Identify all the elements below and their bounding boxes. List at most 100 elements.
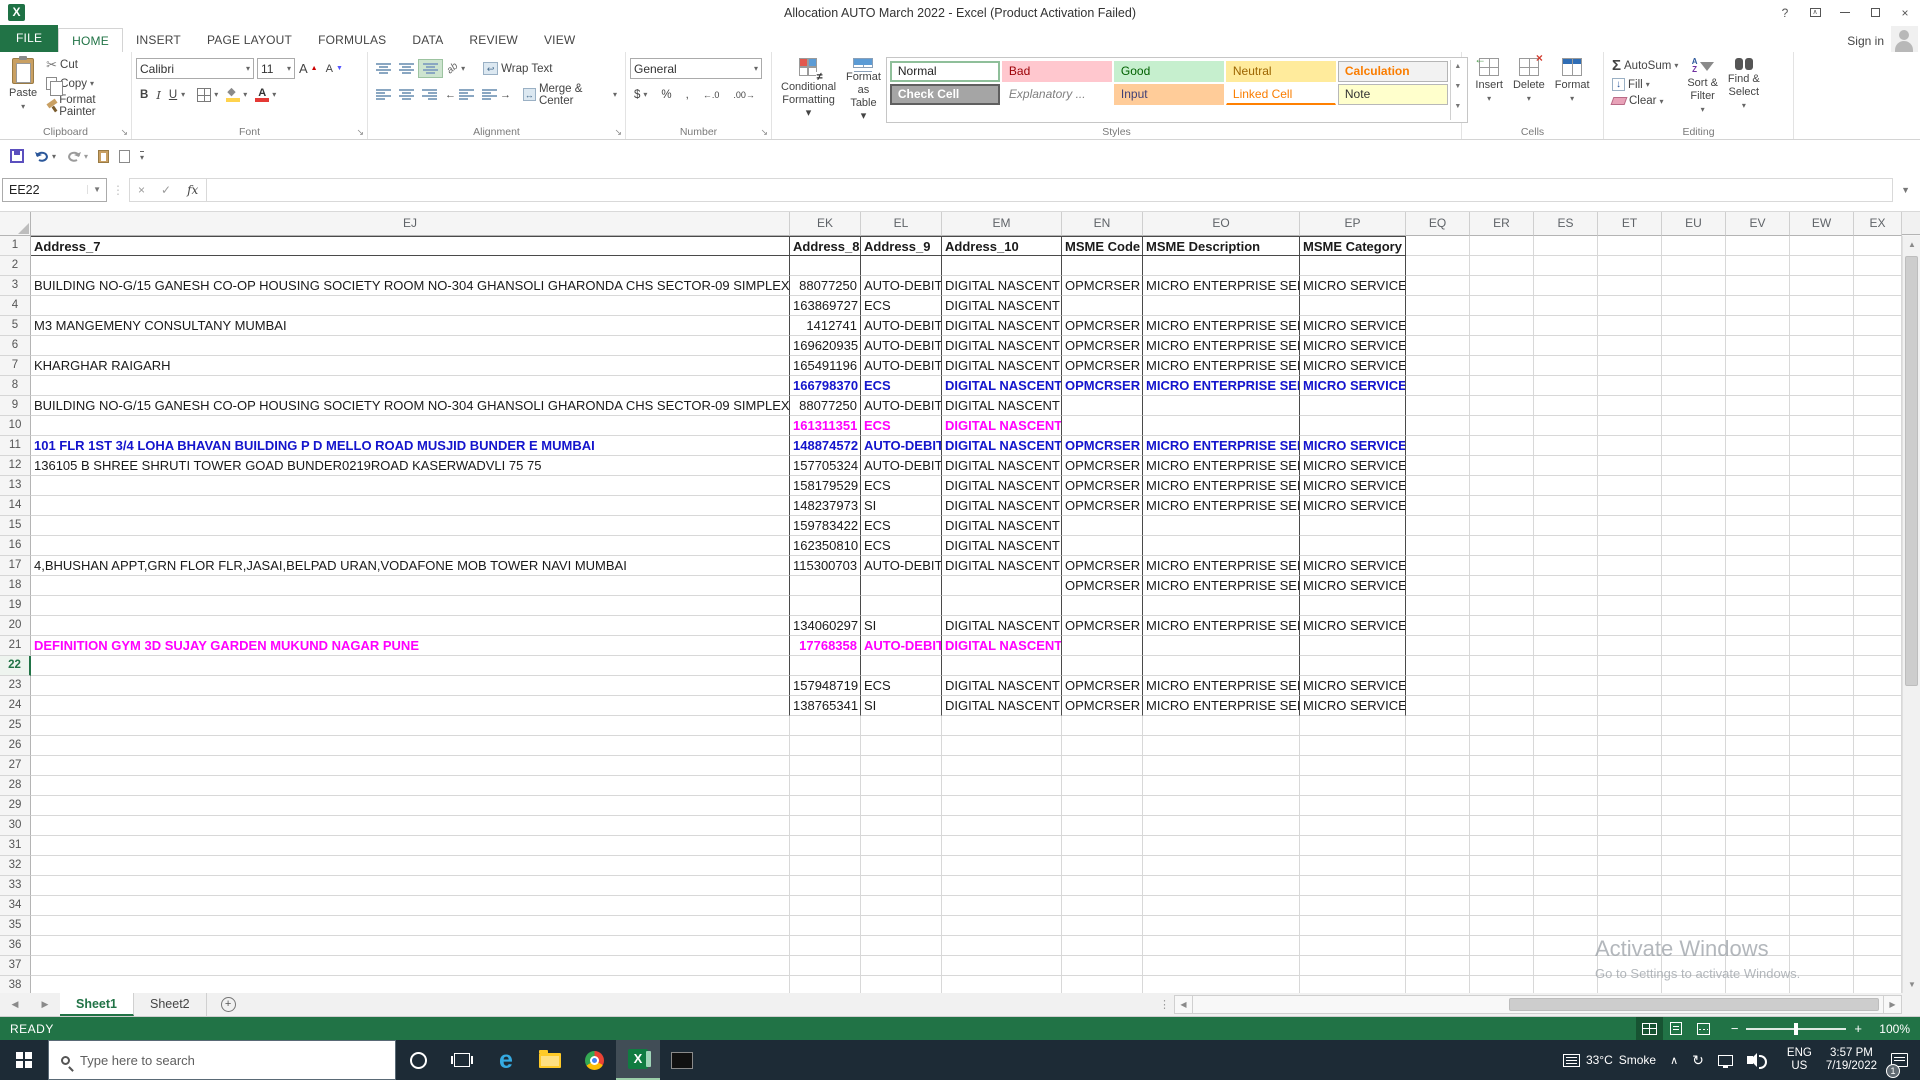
cell-EU38[interactable] (1662, 976, 1726, 993)
cell-EV27[interactable] (1726, 756, 1790, 776)
cell-EK27[interactable] (790, 756, 861, 776)
cancel-button[interactable]: × (130, 183, 153, 197)
cell-ER25[interactable] (1470, 716, 1534, 736)
cell-ER16[interactable] (1470, 536, 1534, 556)
cell-EO20[interactable]: MICRO ENTERPRISE SER (1143, 616, 1300, 636)
cell-ER30[interactable] (1470, 816, 1534, 836)
cell-EJ18[interactable] (31, 576, 790, 596)
cell-EQ37[interactable] (1406, 956, 1470, 976)
cell-EU17[interactable] (1662, 556, 1726, 576)
cell-EU1[interactable] (1662, 236, 1726, 256)
cell-EL13[interactable]: ECS (861, 476, 942, 496)
row-header-32[interactable]: 32 (0, 856, 31, 876)
cell-EM24[interactable]: DIGITAL NASCENT (942, 696, 1062, 716)
cell-EM21[interactable]: DIGITAL NASCENT (942, 636, 1062, 656)
cell-EU32[interactable] (1662, 856, 1726, 876)
cell-ET15[interactable] (1598, 516, 1662, 536)
volume-tray-button[interactable] (1740, 1040, 1780, 1080)
cell-EM17[interactable]: DIGITAL NASCENT (942, 556, 1062, 576)
cell-EX7[interactable] (1854, 356, 1902, 376)
cell-EN31[interactable] (1062, 836, 1143, 856)
cell-EM30[interactable] (942, 816, 1062, 836)
cell-ES14[interactable] (1534, 496, 1598, 516)
cell-EQ25[interactable] (1406, 716, 1470, 736)
cell-EO17[interactable]: MICRO ENTERPRISE SER (1143, 556, 1300, 576)
percent-button[interactable]: % (657, 87, 675, 103)
cell-ER7[interactable] (1470, 356, 1534, 376)
cell-EU35[interactable] (1662, 916, 1726, 936)
cell-EJ17[interactable]: 4,BHUSHAN APPT,GRN FLOR FLR,JASAI,BELPAD… (31, 556, 790, 576)
cell-EO19[interactable] (1143, 596, 1300, 616)
formula-bar-splitter[interactable]: ⋮ (107, 183, 129, 197)
style-calculation[interactable]: Calculation (1337, 61, 1448, 82)
cell-ES28[interactable] (1534, 776, 1598, 796)
cell-ET26[interactable] (1598, 736, 1662, 756)
style-explanatory[interactable]: Explanatory ... (1001, 84, 1112, 105)
cell-EN18[interactable]: OPMCRSER (1062, 576, 1143, 596)
cell-ET7[interactable] (1598, 356, 1662, 376)
cell-EP33[interactable] (1300, 876, 1406, 896)
cell-EO18[interactable]: MICRO ENTERPRISE SER (1143, 576, 1300, 596)
cell-EK10[interactable]: 161311351 (790, 416, 861, 436)
task-view-button[interactable] (440, 1040, 484, 1080)
cell-EP22[interactable] (1300, 656, 1406, 676)
cell-EV38[interactable] (1726, 976, 1790, 993)
cell-EX24[interactable] (1854, 696, 1902, 716)
cell-EP29[interactable] (1300, 796, 1406, 816)
cell-EX6[interactable] (1854, 336, 1902, 356)
cell-EQ22[interactable] (1406, 656, 1470, 676)
cell-ER22[interactable] (1470, 656, 1534, 676)
cell-EX31[interactable] (1854, 836, 1902, 856)
scroll-right-icon[interactable]: ▶ (1883, 995, 1902, 1014)
clock[interactable]: 3:57 PM 7/19/2022 (1819, 1040, 1884, 1080)
cell-EW9[interactable] (1790, 396, 1854, 416)
row-header-1[interactable]: 1 (0, 236, 31, 256)
wrap-text-button[interactable]: ↩ Wrap Text (479, 60, 556, 77)
cell-EW5[interactable] (1790, 316, 1854, 336)
cell-EJ34[interactable] (31, 896, 790, 916)
clear-button[interactable]: Clear ▾ (1608, 93, 1682, 109)
cell-EP20[interactable]: MICRO SERVICE (1300, 616, 1406, 636)
cell-EM36[interactable] (942, 936, 1062, 956)
cell-EM29[interactable] (942, 796, 1062, 816)
cell-EV21[interactable] (1726, 636, 1790, 656)
cell-EQ16[interactable] (1406, 536, 1470, 556)
cell-EL33[interactable] (861, 876, 942, 896)
edge-button[interactable]: e (484, 1040, 528, 1080)
cell-EV13[interactable] (1726, 476, 1790, 496)
row-header-16[interactable]: 16 (0, 536, 31, 556)
cell-EP13[interactable]: MICRO SERVICE (1300, 476, 1406, 496)
cell-ET31[interactable] (1598, 836, 1662, 856)
cell-EP35[interactable] (1300, 916, 1406, 936)
cell-ET32[interactable] (1598, 856, 1662, 876)
cell-EN10[interactable] (1062, 416, 1143, 436)
cell-ER3[interactable] (1470, 276, 1534, 296)
cell-EU28[interactable] (1662, 776, 1726, 796)
cell-EQ4[interactable] (1406, 296, 1470, 316)
cell-EP23[interactable]: MICRO SERVICE (1300, 676, 1406, 696)
scroll-left-icon[interactable]: ◀ (1174, 995, 1193, 1014)
cell-EM23[interactable]: DIGITAL NASCENT (942, 676, 1062, 696)
cell-ES13[interactable] (1534, 476, 1598, 496)
cell-ES22[interactable] (1534, 656, 1598, 676)
cell-EJ20[interactable] (31, 616, 790, 636)
cell-EN25[interactable] (1062, 716, 1143, 736)
row-header-13[interactable]: 13 (0, 476, 31, 496)
comma-button[interactable]: , (682, 87, 693, 103)
merge-center-button[interactable]: ↔ Merge & Center ▾ (519, 81, 621, 109)
cell-EK16[interactable]: 162350810 (790, 536, 861, 556)
cell-EL8[interactable]: ECS (861, 376, 942, 396)
cell-EV31[interactable] (1726, 836, 1790, 856)
cell-EU11[interactable] (1662, 436, 1726, 456)
cell-EK15[interactable]: 159783422 (790, 516, 861, 536)
row-header-6[interactable]: 6 (0, 336, 31, 356)
cell-ES8[interactable] (1534, 376, 1598, 396)
cell-EO38[interactable] (1143, 976, 1300, 993)
cell-EJ7[interactable]: KHARGHAR RAIGARH (31, 356, 790, 376)
row-header-20[interactable]: 20 (0, 616, 31, 636)
cell-EW18[interactable] (1790, 576, 1854, 596)
cell-EV22[interactable] (1726, 656, 1790, 676)
row-header-12[interactable]: 12 (0, 456, 31, 476)
cell-ER34[interactable] (1470, 896, 1534, 916)
cell-EW21[interactable] (1790, 636, 1854, 656)
